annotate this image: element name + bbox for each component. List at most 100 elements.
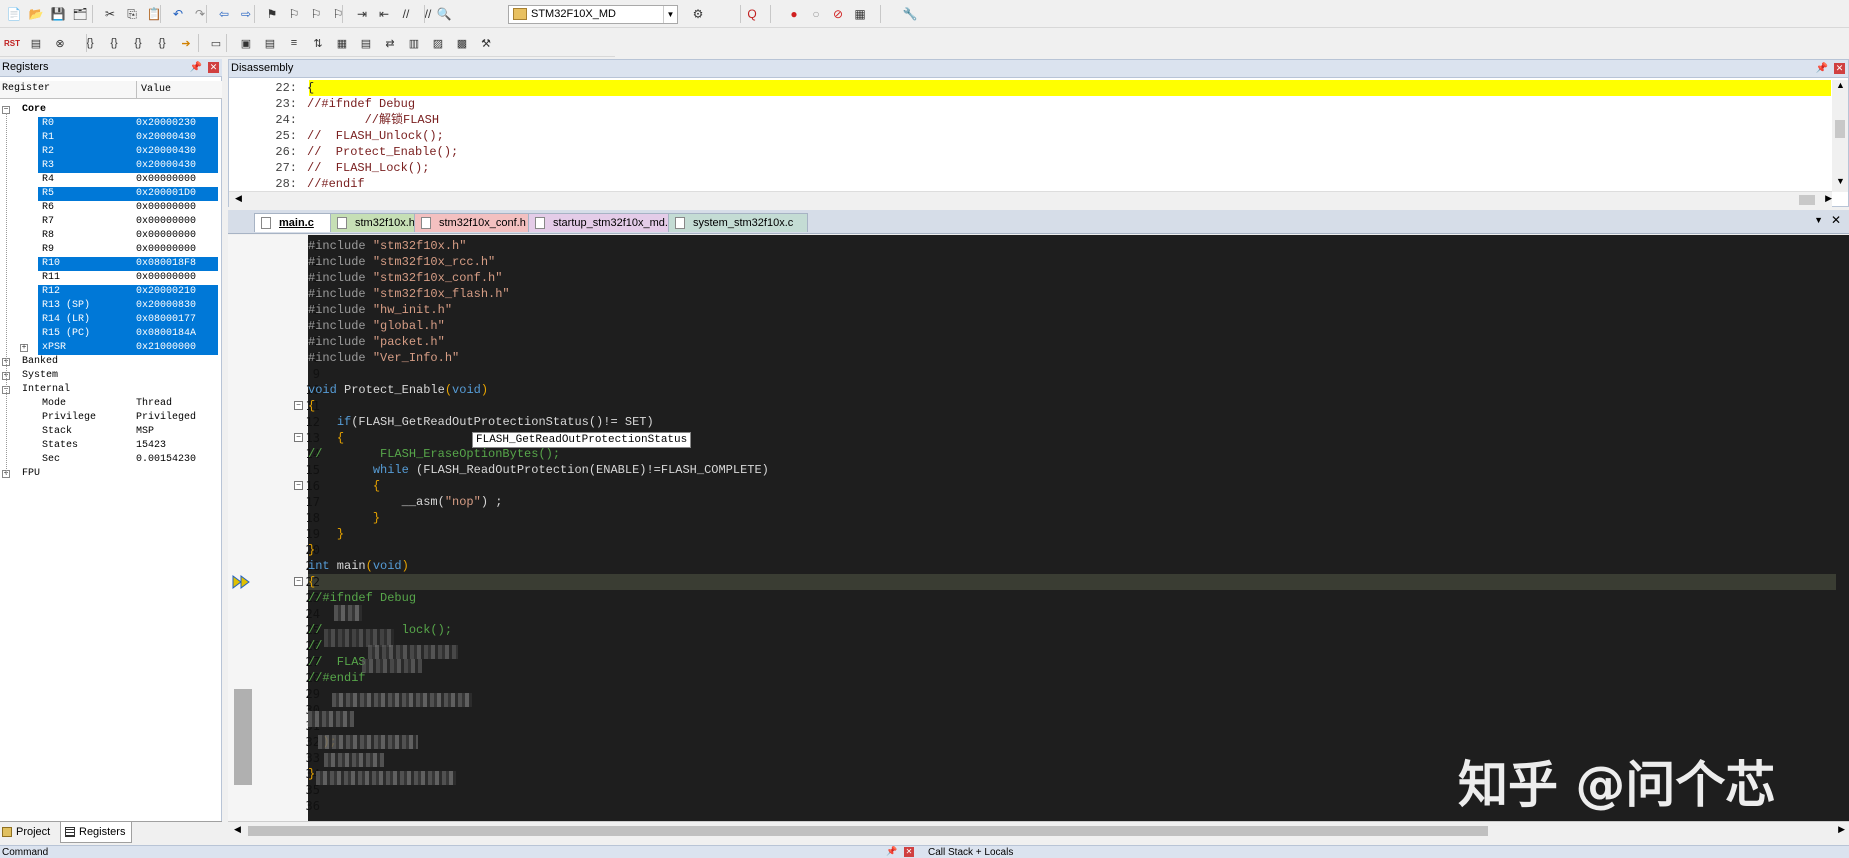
windows-icon[interactable]: ▦ [850,4,870,24]
registers-window-icon[interactable]: ≡ [284,33,304,53]
internal-row[interactable]: Sec 0.00154230 [0,453,226,467]
disassembly-line[interactable]: 23: //#ifndef Debug [229,96,1829,112]
code-line[interactable]: 12 if(FLASH_GetReadOutProtectionStatus()… [228,414,1836,430]
next-bookmark-icon[interactable]: ⚐ [306,4,326,24]
code-line[interactable]: 10 void Protect_Enable(void) [228,382,1836,398]
internal-row[interactable]: States 15423 [0,439,226,453]
trace-window-icon[interactable]: ▨ [428,33,448,53]
register-value[interactable]: 0x080018F8 [136,257,196,271]
register-row[interactable]: R3 0x20000430 [0,159,226,173]
register-value[interactable]: 0x20000210 [136,285,196,299]
register-row[interactable]: R7 0x00000000 [0,215,226,229]
register-value[interactable]: 0x00000000 [136,243,196,257]
code-line[interactable]: 22−{ [228,574,1836,590]
analysis-window-icon[interactable]: ▥ [404,33,424,53]
indent-icon[interactable]: ⇥ [352,4,372,24]
disassembly-window-icon[interactable]: ▣ [236,33,256,53]
unindent-icon[interactable]: ⇤ [374,4,394,24]
fpu-group[interactable]: + FPU [0,467,226,481]
code-line[interactable]: 2 #include "stm32f10x_rcc.h" [228,254,1836,270]
code-line[interactable]: 19 } [228,526,1836,542]
scroll-up-icon[interactable]: ▲ [1836,80,1845,90]
code-line[interactable]: 28//#endif [228,670,1836,686]
register-value[interactable]: 0x20000430 [136,159,196,173]
internal-row[interactable]: Stack MSP [0,425,226,439]
tab-project[interactable]: Project [0,822,56,842]
breakpoint-icon[interactable]: ● [784,4,804,24]
register-row[interactable]: R11 0x00000000 [0,271,226,285]
internal-group[interactable]: − Internal [0,383,226,397]
nav-back-icon[interactable]: ⇦ [214,4,234,24]
scroll-right-icon[interactable]: ▶ [1825,193,1832,204]
reset-icon[interactable]: RST [2,33,22,53]
redo-icon[interactable]: ↷ [190,4,210,24]
symbols-window-icon[interactable]: ▤ [260,33,280,53]
pin-icon[interactable]: 📌 [1816,60,1828,77]
code-line[interactable]: 27// FLAS [228,654,1836,670]
cut-icon[interactable]: ✂ [100,4,120,24]
tab-list-icon[interactable]: ▼ [1814,215,1823,225]
close-icon[interactable]: ✕ [1834,63,1845,74]
paste-icon[interactable]: 📋 [144,4,164,24]
register-value[interactable]: 0x00000000 [136,201,196,215]
fold-icon[interactable]: − [294,481,303,490]
code-line[interactable]: 3 #include "stm32f10x_conf.h" [228,270,1836,286]
code-line[interactable]: 16− { [228,478,1836,494]
save-icon[interactable]: 💾 [48,4,68,24]
register-value[interactable]: 0x21000000 [136,341,196,355]
code-line[interactable]: 23//#ifndef Debug [228,590,1836,606]
system-viewer-icon[interactable]: ▩ [452,33,472,53]
register-row[interactable]: R12 0x20000210 [0,285,226,299]
close-icon[interactable]: ✕ [904,847,914,857]
internal-row[interactable]: Privilege Privileged [0,411,226,425]
command-window-title[interactable]: Command [2,846,48,858]
pin-icon[interactable]: 📌 [190,59,202,76]
kill-breakpoints-icon[interactable]: ⊘ [828,4,848,24]
register-row[interactable]: R1 0x20000430 [0,131,226,145]
editor-hscrollbar[interactable]: ◀ ▶ [228,821,1849,839]
register-row[interactable]: + xPSR 0x21000000 [0,341,226,355]
scroll-thumb[interactable] [1799,195,1815,205]
fold-icon[interactable]: − [294,401,303,410]
step-out-icon[interactable]: {} [128,33,148,53]
system-group[interactable]: + System [0,369,226,383]
register-value[interactable]: 0x00000000 [136,215,196,229]
code-line[interactable]: 4 #include "stm32f10x_flash.h" [228,286,1836,302]
code-line[interactable]: 18 } [228,510,1836,526]
toolbox-icon[interactable]: ⚒ [476,33,496,53]
code-line[interactable]: 11−{ [228,398,1836,414]
register-value[interactable]: 0x20000230 [136,117,196,131]
scroll-left-icon[interactable]: ◀ [234,824,241,835]
register-row[interactable]: R13 (SP) 0x20000830 [0,299,226,313]
close-icon[interactable]: ✕ [208,62,219,73]
open-icon[interactable]: 📂 [26,4,46,24]
register-row[interactable]: R5 0x200001D0 [0,187,226,201]
scroll-thumb[interactable] [1835,120,1845,138]
close-icon[interactable]: ✕ [1831,213,1841,227]
disassembly-line[interactable]: 27: // FLASH_Lock(); [229,160,1829,176]
register-row[interactable]: R0 0x20000230 [0,117,226,131]
memory-window-icon[interactable]: ▤ [356,33,376,53]
nav-forward-icon[interactable]: ⇨ [236,4,256,24]
disassembly-line[interactable]: 25: // FLASH_Unlock(); [229,128,1829,144]
tab-system-stm32f10x-c[interactable]: system_stm32f10x.c [668,213,808,232]
code-line[interactable]: 15 while (FLASH_ReadOutProtection(ENABLE… [228,462,1836,478]
register-value[interactable]: 0x08000177 [136,313,196,327]
register-value[interactable]: 0x00000000 [136,229,196,243]
register-value[interactable]: 0x20000830 [136,299,196,313]
undo-icon[interactable]: ↶ [168,4,188,24]
code-line[interactable]: 17 __asm("nop") ; [228,494,1836,510]
disassembly-line[interactable]: 26: // Protect_Enable(); [229,144,1829,160]
clear-bookmarks-icon[interactable]: ⚐ [328,4,348,24]
watch-window-icon[interactable]: ▦ [332,33,352,53]
chevron-down-icon[interactable]: ▼ [663,6,677,23]
editor-area[interactable]: 1 #include "stm32f10x.h" 2 #include "stm32f… [228,235,1849,821]
command-window-icon[interactable]: ▭ [206,33,226,53]
tab-stm32f10x-conf-h[interactable]: stm32f10x_conf.h [414,213,542,232]
run-to-cursor-icon[interactable]: {} [152,33,172,53]
bookmark-icon[interactable]: ⚑ [262,4,282,24]
comment-icon[interactable]: // [396,4,416,24]
fold-icon[interactable]: − [294,433,303,442]
code-line[interactable]: 9 [228,366,1836,382]
code-line[interactable]: 13− { [228,430,1836,446]
